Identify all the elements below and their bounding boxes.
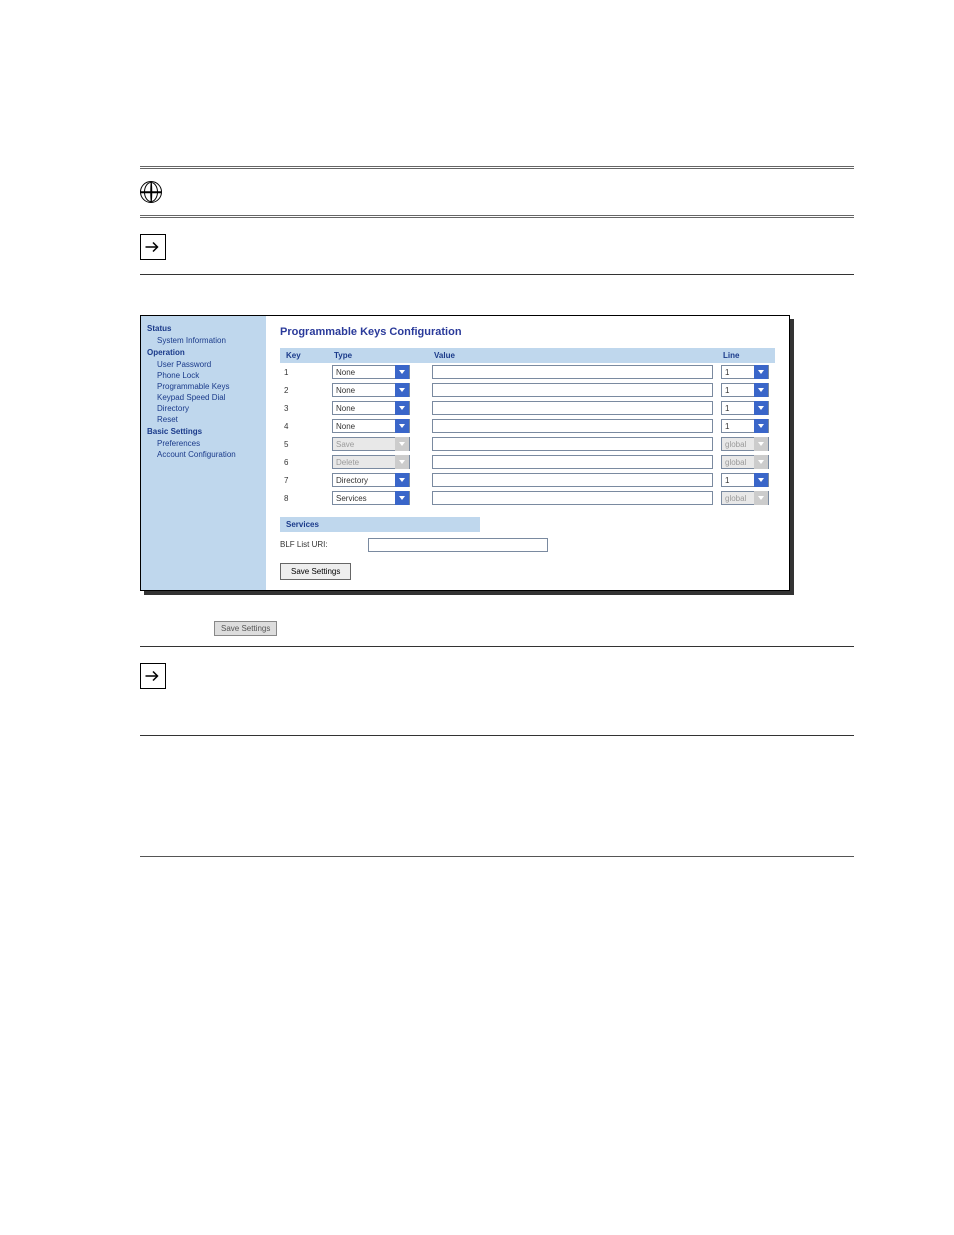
blf-list-uri-label: BLF List URI: xyxy=(280,536,328,553)
sidebar-item-directory[interactable]: Directory xyxy=(141,403,266,414)
services-block: Services BLF List URI: xyxy=(280,517,775,553)
table-row: 7 Directory 1 xyxy=(280,471,775,489)
line-select[interactable]: 1 xyxy=(721,401,769,415)
chevron-down-icon xyxy=(754,401,768,415)
arrow-right-icon xyxy=(140,234,166,260)
value-input[interactable] xyxy=(432,473,713,487)
inline-save-row: Save Settings xyxy=(210,621,854,636)
rule-bottom xyxy=(140,856,854,857)
table-row: 3 None 1 xyxy=(280,399,775,417)
chevron-down-icon xyxy=(754,473,768,487)
key-cell: 1 xyxy=(280,363,328,381)
table-row: 2 None 1 xyxy=(280,381,775,399)
line-select[interactable]: 1 xyxy=(721,419,769,433)
sidebar-item-user-password[interactable]: User Password xyxy=(141,359,266,370)
blf-list-uri-input[interactable] xyxy=(368,538,548,552)
embedded-ui: Status System Information Operation User… xyxy=(140,315,790,591)
chevron-down-icon xyxy=(395,383,409,397)
value-input[interactable] xyxy=(432,455,713,469)
type-select[interactable]: None xyxy=(332,383,410,397)
value-input[interactable] xyxy=(432,365,713,379)
type-select[interactable]: Services xyxy=(332,491,410,505)
sidebar-header-basic-settings: Basic Settings xyxy=(141,425,266,438)
chevron-down-icon xyxy=(395,455,409,469)
value-input[interactable] xyxy=(432,383,713,397)
sidebar-item-phone-lock[interactable]: Phone Lock xyxy=(141,370,266,381)
col-value: Value xyxy=(428,348,717,363)
key-cell: 3 xyxy=(280,399,328,417)
value-input[interactable] xyxy=(432,491,713,505)
note-row-1 xyxy=(140,228,854,266)
type-select[interactable]: None xyxy=(332,365,410,379)
key-cell: 5 xyxy=(280,435,328,453)
line-select: global xyxy=(721,491,769,505)
aastra-web-ui-row xyxy=(140,175,854,209)
globe-icon xyxy=(140,181,162,203)
sidebar: Status System Information Operation User… xyxy=(141,316,266,590)
chevron-down-icon xyxy=(395,365,409,379)
table-row: 4 None 1 xyxy=(280,417,775,435)
col-line: Line xyxy=(717,348,775,363)
chevron-down-icon xyxy=(754,419,768,433)
table-row: 6 Delete global xyxy=(280,453,775,471)
table-row: 5 Save global xyxy=(280,435,775,453)
chevron-down-icon xyxy=(395,491,409,505)
chevron-down-icon xyxy=(754,383,768,397)
chevron-down-icon xyxy=(754,365,768,379)
rule-top xyxy=(140,166,854,169)
rule-thin-1 xyxy=(140,274,854,275)
main-pane: Programmable Keys Configuration Key Type… xyxy=(266,316,789,590)
rule-mid xyxy=(140,215,854,218)
rule-thin-3 xyxy=(140,735,854,736)
line-select: global xyxy=(721,437,769,451)
chevron-down-icon xyxy=(754,455,768,469)
table-row: 8 Services global xyxy=(280,489,775,507)
type-select: Delete xyxy=(332,455,410,469)
sidebar-item-keypad-speed-dial[interactable]: Keypad Speed Dial xyxy=(141,392,266,403)
type-select[interactable]: Directory xyxy=(332,473,410,487)
line-select[interactable]: 1 xyxy=(721,383,769,397)
sidebar-item-reset[interactable]: Reset xyxy=(141,414,266,425)
col-type: Type xyxy=(328,348,428,363)
chevron-down-icon xyxy=(395,401,409,415)
chevron-down-icon xyxy=(754,491,768,505)
type-select[interactable]: None xyxy=(332,401,410,415)
line-select: global xyxy=(721,455,769,469)
value-input[interactable] xyxy=(432,437,713,451)
chevron-down-icon xyxy=(754,437,768,451)
sidebar-item-preferences[interactable]: Preferences xyxy=(141,438,266,449)
keys-table: Key Type Value Line 1None12None13None14N… xyxy=(280,348,775,507)
line-select[interactable]: 1 xyxy=(721,365,769,379)
inline-save-settings-image: Save Settings xyxy=(214,621,277,636)
sidebar-header-operation: Operation xyxy=(141,346,266,359)
key-cell: 4 xyxy=(280,417,328,435)
key-cell: 6 xyxy=(280,453,328,471)
chevron-down-icon xyxy=(395,473,409,487)
col-key: Key xyxy=(280,348,328,363)
value-input[interactable] xyxy=(432,401,713,415)
rule-thin-2 xyxy=(140,646,854,647)
arrow-right-icon xyxy=(140,663,166,689)
chevron-down-icon xyxy=(395,437,409,451)
document-page: Status System Information Operation User… xyxy=(20,40,934,897)
type-select[interactable]: None xyxy=(332,419,410,433)
key-cell: 8 xyxy=(280,489,328,507)
save-settings-button[interactable]: Save Settings xyxy=(280,563,351,580)
line-select[interactable]: 1 xyxy=(721,473,769,487)
type-select: Save xyxy=(332,437,410,451)
services-header: Services xyxy=(280,517,480,532)
key-cell: 7 xyxy=(280,471,328,489)
chevron-down-icon xyxy=(395,419,409,433)
sidebar-item-programmable-keys[interactable]: Programmable Keys xyxy=(141,381,266,392)
value-input[interactable] xyxy=(432,419,713,433)
sidebar-item-system-information[interactable]: System Information xyxy=(141,335,266,346)
pane-title: Programmable Keys Configuration xyxy=(280,326,775,338)
sidebar-item-account-configuration[interactable]: Account Configuration xyxy=(141,449,266,460)
table-row: 1 None 1 xyxy=(280,363,775,381)
sidebar-header-status: Status xyxy=(141,322,266,335)
key-cell: 2 xyxy=(280,381,328,399)
note-row-2 xyxy=(140,657,854,695)
